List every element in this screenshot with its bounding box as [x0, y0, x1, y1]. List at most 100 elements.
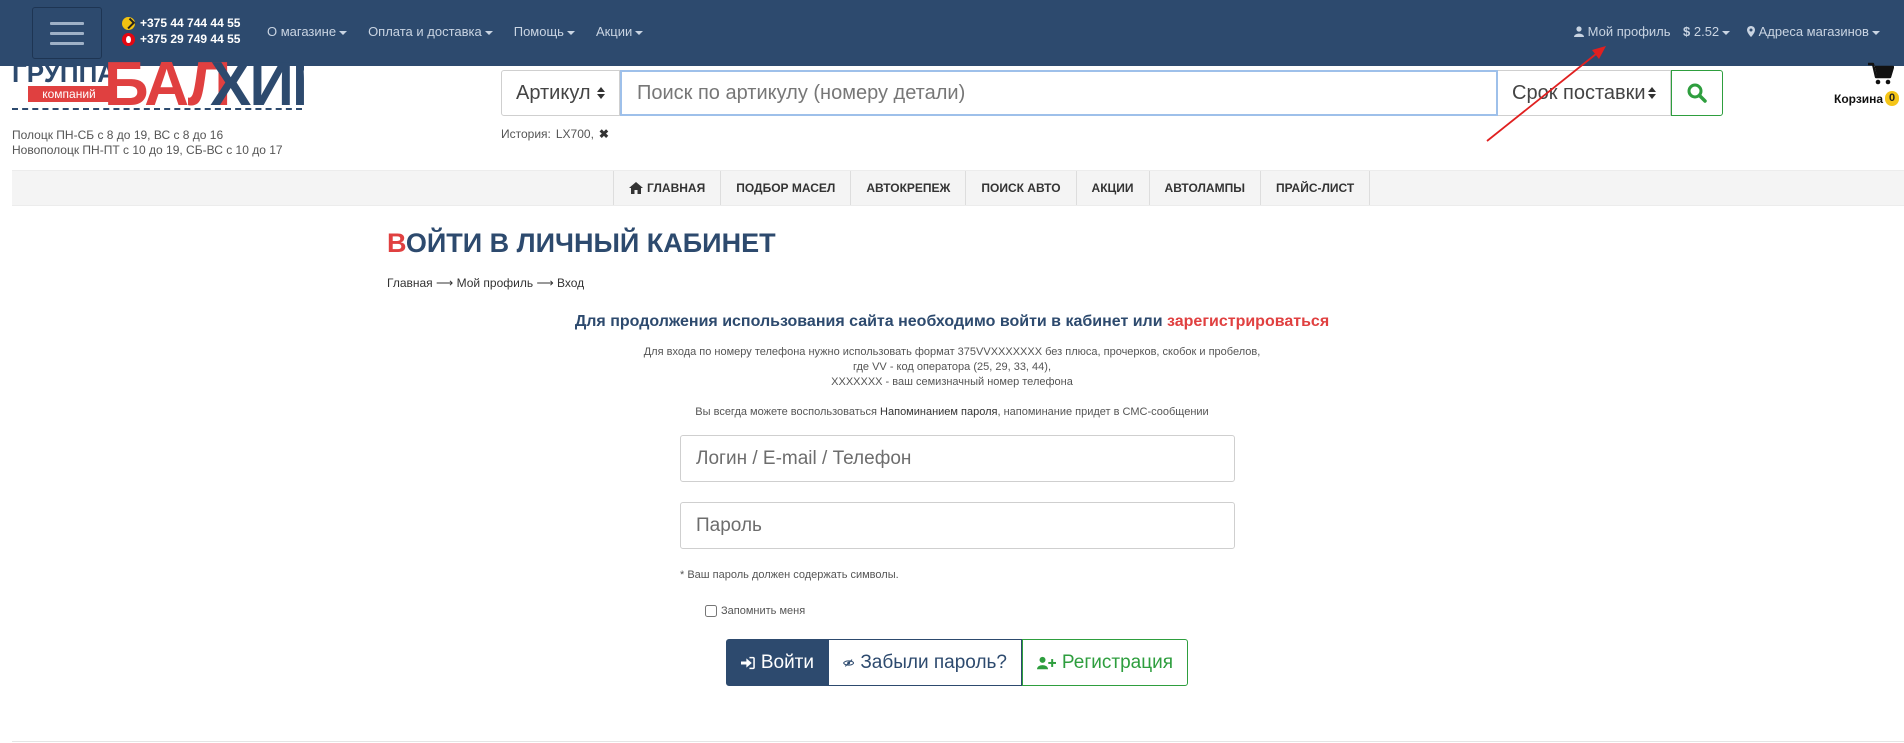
- breadcrumb-profile[interactable]: Мой профиль: [457, 276, 534, 290]
- cart-label: Корзина: [1834, 92, 1884, 106]
- menu-bulbs-label: АВТОЛАМПЫ: [1164, 181, 1245, 195]
- remember-me-label: Запомнить меня: [721, 605, 806, 617]
- logo-underline: [12, 108, 302, 110]
- hamburger-icon-line: [50, 32, 84, 35]
- phone-format-info: Для входа по номеру телефона нужно испол…: [0, 345, 1904, 390]
- menu-promo[interactable]: АКЦИИ: [1077, 171, 1150, 205]
- currency-dropdown[interactable]: $ 2.52: [1683, 24, 1731, 39]
- menu-oils-label: ПОДБОР МАСЕЛ: [736, 181, 836, 195]
- top-nav-links: О магазине Оплата и доставка Помощь Акци…: [267, 24, 664, 39]
- caret-down-icon: [339, 30, 348, 35]
- menu-home-label: ГЛАВНАЯ: [647, 181, 706, 195]
- menu-toggle-button[interactable]: [32, 7, 102, 59]
- dollar-icon: $: [1683, 24, 1691, 39]
- remember-me[interactable]: Запомнить меня: [705, 605, 805, 617]
- search-button[interactable]: [1671, 70, 1723, 116]
- password-input[interactable]: Пароль: [680, 502, 1235, 549]
- login-button[interactable]: Войти: [726, 639, 829, 686]
- menu-fasteners[interactable]: АВТОКРЕПЕЖ: [851, 171, 967, 205]
- hours-polotsk: Полоцк ПН-СБ с 8 до 19, ВС с 8 до 16: [12, 128, 224, 142]
- breadcrumb-arrow-icon: ⟶: [436, 276, 454, 290]
- site-logo[interactable]: ГРУППА компаний БАЛ ХИМ: [12, 60, 304, 112]
- search-type-value: Артикул: [516, 81, 591, 104]
- operator-mts-icon: [122, 32, 135, 46]
- nav-payment-dropdown[interactable]: Оплата и доставка: [368, 24, 493, 39]
- shopping-cart-icon: [1868, 62, 1894, 85]
- register-button[interactable]: Регистрация: [1022, 639, 1188, 686]
- home-icon: [629, 182, 643, 194]
- phone-mts[interactable]: +375 29 749 44 55: [122, 31, 240, 47]
- password-reminder-note: Вы всегда можете воспользоваться Напомин…: [0, 406, 1904, 418]
- menu-car-search[interactable]: ПОИСК АВТО: [966, 171, 1077, 205]
- breadcrumb-arrow-icon: ⟶: [536, 276, 554, 290]
- phone-mts-text: +375 29 749 44 55: [140, 32, 241, 46]
- nav-about-dropdown[interactable]: О магазине: [267, 24, 348, 39]
- my-profile-label: Мой профиль: [1587, 24, 1671, 39]
- search-type-select[interactable]: Артикул: [501, 70, 620, 116]
- search-placeholder: Поиск по артикулу (номеру детали): [637, 81, 966, 104]
- menu-promo-label: АКЦИИ: [1091, 181, 1134, 195]
- store-hours: Полоцк ПН-СБ с 8 до 19, ВС с 8 до 16 Нов…: [12, 128, 283, 158]
- nav-help-dropdown[interactable]: Помощь: [514, 24, 575, 39]
- select-arrows-icon: [597, 87, 605, 99]
- login-placeholder: Логин / E-mail / Телефон: [696, 447, 912, 469]
- caret-down-icon: [1871, 30, 1880, 35]
- logo-kompaniy-text: компаний: [28, 86, 110, 102]
- nav-promo-label: Акции: [595, 24, 633, 39]
- page-title-first-letter: В: [387, 228, 406, 258]
- login-button-label: Войти: [760, 651, 814, 673]
- logo-gruppa-text: ГРУППА: [12, 60, 117, 88]
- my-profile-link[interactable]: Мой профиль: [1574, 24, 1671, 39]
- remind-text-pre: Вы всегда можете воспользоваться: [695, 406, 877, 418]
- caret-down-icon: [566, 30, 575, 35]
- hours-novopolotsk: Новополоцк ПН-ПТ с 10 до 19, СБ-ВС с 10 …: [12, 143, 283, 157]
- login-actions: Войти Забыли пароль? Регистрация: [726, 639, 1188, 686]
- menu-bulbs[interactable]: АВТОЛАМПЫ: [1150, 171, 1261, 205]
- history-label: История:: [501, 127, 551, 141]
- menu-home[interactable]: ГЛАВНАЯ: [614, 171, 722, 205]
- nav-promo-dropdown[interactable]: Акции: [595, 24, 644, 39]
- nav-help-label: Помощь: [513, 24, 564, 39]
- caret-down-icon: [484, 30, 493, 35]
- login-lead: Для продолжения использования сайта необ…: [0, 313, 1904, 331]
- password-reminder-link[interactable]: Напоминанием пароля: [880, 406, 997, 418]
- search-icon: [1687, 83, 1707, 103]
- menu-pricelist[interactable]: ПРАЙС-ЛИСТ: [1261, 171, 1371, 205]
- cart[interactable]: Корзина 0: [1834, 62, 1900, 110]
- main-menu-bar: ГЛАВНАЯ ПОДБОР МАСЕЛ АВТОКРЕПЕЖ ПОИСК АВ…: [12, 170, 1904, 206]
- breadcrumb-current: Вход: [557, 276, 585, 290]
- nav-payment-label: Оплата и доставка: [368, 24, 482, 39]
- map-marker-icon: [1747, 26, 1755, 37]
- page-title: ВОЙТИ В ЛИЧНЫЙ КАБИНЕТ: [387, 228, 776, 259]
- menu-oils[interactable]: ПОДБОР МАСЕЛ: [721, 171, 852, 205]
- hamburger-icon-line: [50, 42, 84, 45]
- logo-him-text: ХИМ: [210, 60, 304, 112]
- currency-rate: 2.52: [1693, 24, 1720, 39]
- info-line-3: XXXXXXX - ваш семизначный номер телефона: [831, 376, 1073, 388]
- phone-a1-text: +375 44 744 44 55: [140, 16, 241, 30]
- register-link[interactable]: зарегистрироваться: [1167, 313, 1329, 330]
- store-addresses-dropdown[interactable]: Адреса магазинов: [1747, 24, 1880, 39]
- forgot-password-button[interactable]: Забыли пароль?: [829, 639, 1022, 686]
- annotation-arrow-icon: [1486, 46, 1606, 142]
- user-plus-icon: [1037, 656, 1056, 669]
- user-icon: [1574, 26, 1584, 37]
- login-lead-text: Для продолжения использования сайта необ…: [574, 313, 1163, 330]
- menu-fasteners-label: АВТОКРЕПЕЖ: [866, 181, 951, 195]
- nav-about-label: О магазине: [267, 24, 337, 39]
- eye-slash-icon: [843, 658, 855, 667]
- phone-a1[interactable]: +375 44 744 44 55: [122, 15, 240, 31]
- operator-a1-icon: [122, 16, 135, 30]
- register-button-label: Регистрация: [1061, 651, 1173, 673]
- info-line-2: где VV - код оператора (25, 29, 33, 44),: [852, 361, 1052, 373]
- history-item[interactable]: LX700,: [556, 127, 594, 141]
- login-input[interactable]: Логин / E-mail / Телефон: [680, 435, 1235, 482]
- remember-me-checkbox[interactable]: [705, 605, 717, 617]
- info-line-1: Для входа по номеру телефона нужно испол…: [643, 346, 1261, 358]
- select-arrows-icon: [1648, 87, 1656, 99]
- breadcrumb-home[interactable]: Главная: [387, 276, 433, 290]
- remind-text-post: , напоминание придет в СМС-сообщении: [997, 406, 1209, 418]
- clear-history-icon[interactable]: ✖: [599, 127, 609, 141]
- menu-car-search-label: ПОИСК АВТО: [981, 181, 1061, 195]
- search-input[interactable]: Поиск по артикулу (номеру детали): [620, 70, 1498, 116]
